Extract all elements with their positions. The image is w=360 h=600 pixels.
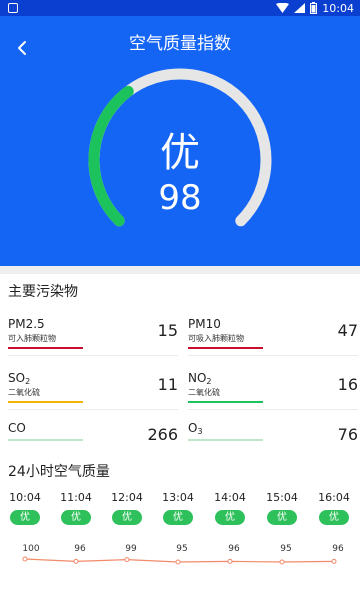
trend-label: 95 [280, 544, 291, 554]
pollutant-bar [188, 439, 263, 441]
pollutant-so2[interactable]: SO2 二氧化硫 11 [8, 370, 178, 410]
row-divider [8, 409, 178, 410]
pollutant-desc: 可入肺颗粒物 [8, 334, 56, 343]
aqi-header: 空气质量指数 优 98 [0, 16, 360, 266]
trend-label: 96 [332, 544, 344, 554]
pollutant-bar [188, 401, 263, 403]
hour-item[interactable]: 12:04 优 [104, 491, 150, 525]
hour-item[interactable]: 11:04 优 [53, 491, 99, 525]
pollutant-name: PM2.5 [8, 317, 45, 331]
grade-badge: 优 [267, 510, 297, 525]
status-icons: 10:04 [276, 1, 354, 15]
pollutant-o3[interactable]: O3 76 [188, 420, 358, 460]
trend-label: 96 [74, 544, 86, 554]
trend-point [22, 556, 28, 562]
trend-point [175, 559, 181, 565]
hour-item[interactable]: 16:04 优 [311, 491, 357, 525]
pollutant-pm25[interactable]: PM2.5 可入肺颗粒物 15 [8, 316, 178, 356]
hour-item[interactable]: 14:04 优 [207, 491, 253, 525]
pollutant-value: 15 [157, 321, 178, 340]
grade-badge: 优 [215, 510, 245, 525]
trend-point [331, 558, 337, 564]
hour-time: 10:04 [9, 491, 41, 504]
aqi-score: 98 [158, 178, 202, 218]
pollutant-desc: 可吸入肺颗粒物 [188, 334, 244, 343]
aqi-trend-chart: 100 96 99 95 96 95 96 [22, 544, 344, 565]
row-divider [188, 355, 358, 356]
pollutant-pm10[interactable]: PM10 可吸入肺颗粒物 47 [188, 316, 358, 356]
pollutant-name: O3 [188, 421, 203, 436]
pollutant-desc: 二氧化硫 [8, 388, 40, 397]
hour-item[interactable]: 10:04 优 [2, 491, 48, 525]
trend-label: 95 [176, 544, 187, 554]
pollutant-bar [188, 347, 263, 349]
grade-badge: 优 [10, 510, 40, 525]
hour-time: 11:04 [60, 491, 92, 504]
pollutant-bar [8, 439, 83, 441]
status-time: 10:04 [322, 1, 354, 15]
trend-point [73, 558, 79, 564]
grade-badge: 优 [61, 510, 91, 525]
hour-time: 15:04 [266, 491, 298, 504]
hourly-list: 10:04 优 11:04 优 12:04 优 13:04 优 14:04 优 15:04… [0, 491, 360, 531]
pollutants-title: 主要污染物 [8, 284, 78, 300]
hour-time: 13:04 [162, 491, 194, 504]
pollutant-value: 16 [337, 375, 358, 394]
pollutant-value: 266 [147, 425, 178, 444]
pollutant-name: CO [8, 421, 26, 435]
pollutant-bar [8, 347, 83, 349]
pollutant-value: 47 [337, 321, 358, 340]
trend-label: 96 [228, 544, 240, 554]
hour-time: 16:04 [318, 491, 350, 504]
hour-item[interactable]: 15:04 优 [259, 491, 305, 525]
pollutant-name: PM10 [188, 317, 221, 331]
aqi-grade: 优 [160, 130, 200, 176]
row-divider [8, 355, 178, 356]
section-divider [0, 266, 360, 274]
trend-point [124, 557, 130, 563]
hour-time: 14:04 [214, 491, 246, 504]
pollutant-value: 76 [337, 425, 358, 444]
pollutant-bar [8, 401, 83, 403]
hourly-title: 24小时空气质量 [8, 464, 110, 480]
grade-badge: 优 [112, 510, 142, 525]
grade-badge: 优 [319, 510, 349, 525]
wifi-icon [276, 3, 290, 13]
hour-item[interactable]: 13:04 优 [155, 491, 201, 525]
pollutant-co[interactable]: CO 266 [8, 420, 178, 460]
status-bar: 10:04 [0, 0, 360, 16]
hour-time: 12:04 [111, 491, 143, 504]
battery-icon [310, 2, 318, 14]
pollutant-desc: 二氧化硫 [188, 388, 220, 397]
notification-icon [8, 3, 18, 13]
trend-label: 100 [22, 544, 39, 554]
grade-badge: 优 [163, 510, 193, 525]
trend-label: 99 [125, 544, 137, 554]
pollutant-no2[interactable]: NO2 二氧化硫 16 [188, 370, 358, 410]
trend-point [279, 559, 285, 565]
signal-icon [294, 3, 306, 13]
row-divider [188, 409, 358, 410]
trend-point [227, 558, 233, 564]
pollutant-value: 11 [157, 375, 178, 394]
